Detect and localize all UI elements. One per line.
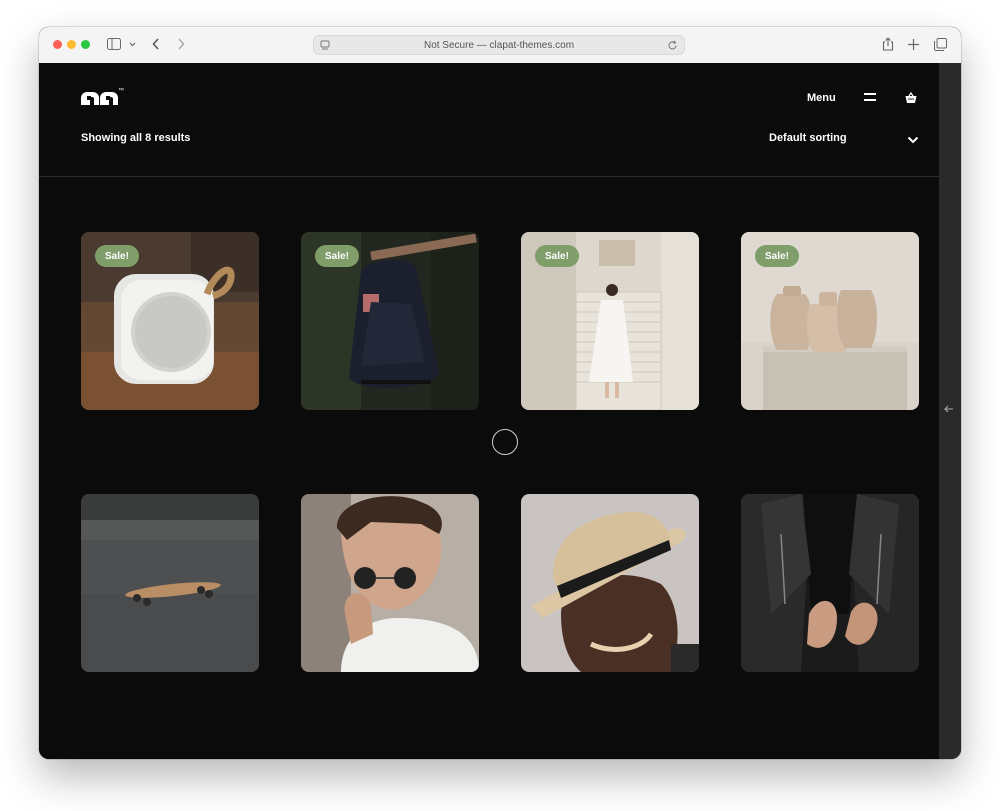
- sidebar-icon[interactable]: [107, 36, 121, 52]
- menu-button-label[interactable]: Menu: [807, 92, 836, 104]
- product-card[interactable]: [521, 494, 699, 672]
- hamburger-icon[interactable]: [864, 93, 876, 102]
- loader-icon: [492, 429, 518, 455]
- reload-icon[interactable]: [667, 40, 678, 51]
- shop-page: ™ Menu Showing all 8 results Default sor…: [39, 63, 961, 759]
- chevron-down-icon[interactable]: [129, 36, 136, 52]
- sale-badge: Sale!: [95, 245, 139, 267]
- basket-icon[interactable]: [905, 91, 917, 109]
- minimize-window-button[interactable]: [67, 40, 76, 49]
- chevron-left-icon[interactable]: [152, 36, 160, 52]
- results-count: Showing all 8 results: [81, 132, 191, 144]
- share-icon[interactable]: [882, 36, 894, 52]
- header-divider: [39, 176, 939, 177]
- skateboard-image: [81, 494, 259, 672]
- logo-trademark: ™: [118, 88, 124, 94]
- product-card[interactable]: Sale!: [521, 232, 699, 410]
- close-window-button[interactable]: [53, 40, 62, 49]
- address-text: Not Secure — clapat-themes.com: [423, 39, 575, 51]
- leather-jacket-image: [741, 494, 919, 672]
- product-card[interactable]: Sale!: [81, 232, 259, 410]
- site-logo[interactable]: ™: [81, 88, 124, 112]
- sale-badge: Sale!: [535, 245, 579, 267]
- chevron-right-icon[interactable]: [177, 36, 185, 52]
- address-bar[interactable]: Not Secure — clapat-themes.com: [313, 35, 685, 55]
- maximize-window-button[interactable]: [81, 40, 90, 49]
- product-card[interactable]: [81, 494, 259, 672]
- page-settings-icon[interactable]: [320, 40, 330, 51]
- sorting-select[interactable]: Default sorting: [769, 132, 847, 144]
- plus-icon[interactable]: [908, 36, 919, 52]
- man-hat-image: [521, 494, 699, 672]
- product-card[interactable]: Sale!: [301, 232, 479, 410]
- product-card[interactable]: [741, 494, 919, 672]
- sale-badge: Sale!: [755, 245, 799, 267]
- man-sunglasses-image: [301, 494, 479, 672]
- product-card[interactable]: [301, 494, 479, 672]
- browser-toolbar: Not Secure — clapat-themes.com: [39, 27, 961, 64]
- browser-window: Not Secure — clapat-themes.com ™ Menu Sh…: [39, 27, 961, 759]
- tabs-icon[interactable]: [934, 36, 947, 52]
- sale-badge: Sale!: [315, 245, 359, 267]
- product-card[interactable]: Sale!: [741, 232, 919, 410]
- arrow-left-icon[interactable]: [944, 404, 954, 416]
- chevron-down-icon[interactable]: [907, 131, 919, 149]
